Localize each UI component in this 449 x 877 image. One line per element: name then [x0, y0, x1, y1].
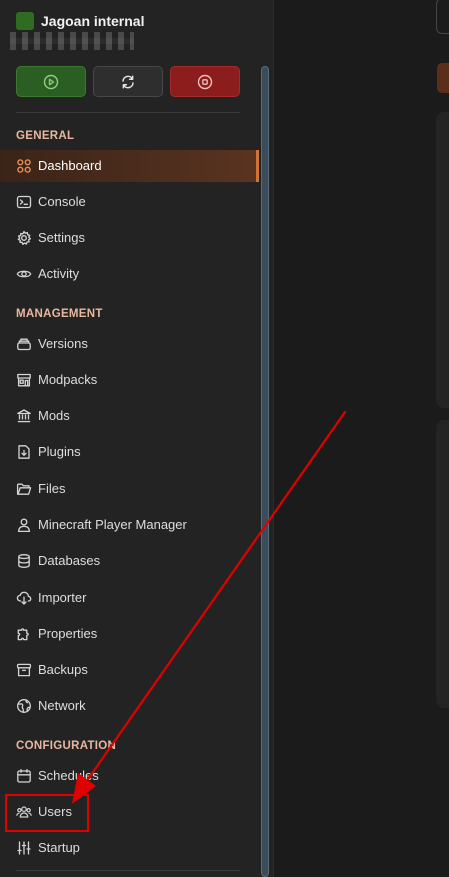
sidebar-item-label: Properties — [38, 626, 98, 641]
archive-icon — [16, 662, 32, 678]
sidebar-item-schedules[interactable]: Schedules — [0, 760, 256, 792]
top-control[interactable] — [436, 0, 449, 34]
sidebar-item-label: Settings — [38, 230, 85, 245]
sidebar-item-label: Backups — [38, 662, 88, 677]
play-circle-icon — [43, 74, 59, 90]
sidebar-item-label: Versions — [38, 336, 88, 351]
user-icon — [16, 517, 32, 533]
server-name: Jagoan internal — [41, 13, 145, 29]
sidebar-item-label: Schedules — [38, 768, 99, 783]
main-content — [274, 0, 449, 877]
redacted-server-address — [10, 32, 134, 50]
stop-circle-icon — [197, 74, 213, 90]
database-icon — [16, 553, 32, 569]
sidebar-item-label: Minecraft Player Manager — [38, 517, 187, 532]
sidebar-item-versions[interactable]: Versions — [0, 328, 256, 360]
sidebar-item-label: Network — [38, 698, 86, 713]
sidebar-item-label: Startup — [38, 840, 80, 855]
sliders-icon — [16, 840, 32, 856]
start-server-button[interactable] — [16, 66, 86, 97]
sidebar-item-databases[interactable]: Databases — [0, 545, 256, 577]
globe-icon — [16, 698, 32, 714]
sidebar-item-minecraft-player-manager[interactable]: Minecraft Player Manager — [0, 509, 256, 541]
sidebar-item-activity[interactable]: Activity — [0, 258, 256, 290]
calendar-icon — [16, 768, 32, 784]
server-header: Jagoan internal — [10, 12, 246, 52]
sidebar-item-label: Importer — [38, 590, 87, 605]
cloud-download-icon — [16, 590, 32, 606]
content-card — [436, 420, 449, 708]
sidebar-item-label: Console — [38, 194, 86, 209]
terminal-icon — [16, 194, 32, 210]
sidebar-item-label: Activity — [38, 266, 80, 281]
section-configuration: CONFIGURATION — [16, 740, 117, 752]
sidebar-item-properties[interactable]: Properties — [0, 618, 256, 650]
sidebar-divider-bottom — [16, 870, 240, 871]
folder-icon — [16, 481, 32, 497]
stop-server-button[interactable] — [170, 66, 240, 97]
sidebar-item-files[interactable]: Files — [0, 473, 256, 505]
sidebar-item-modpacks[interactable]: Modpacks — [0, 364, 256, 396]
gear-icon — [16, 230, 32, 246]
layers-icon — [16, 336, 32, 352]
sidebar-item-startup[interactable]: Startup — [0, 832, 256, 864]
store-icon — [16, 372, 32, 388]
building-columns-icon — [16, 408, 32, 424]
sidebar: Jagoan internal GENERAL Dashboard Consol… — [0, 0, 274, 877]
annotation-highlight-box — [5, 794, 89, 832]
puzzle-icon — [16, 626, 32, 642]
file-download-icon — [16, 444, 32, 460]
section-general: GENERAL — [16, 130, 75, 142]
sidebar-item-label: Files — [38, 481, 66, 496]
sidebar-item-plugins[interactable]: Plugins — [0, 436, 256, 468]
content-card — [436, 112, 449, 408]
sidebar-item-label: Mods — [38, 408, 70, 423]
section-management: MANAGEMENT — [16, 308, 103, 320]
sidebar-item-label: Databases — [38, 553, 101, 568]
server-status-indicator — [16, 12, 34, 30]
sidebar-divider — [16, 112, 240, 113]
sidebar-item-label: Dashboard — [38, 158, 102, 173]
sidebar-item-label: Plugins — [38, 444, 81, 459]
restart-server-button[interactable] — [93, 66, 163, 97]
eye-icon — [16, 266, 32, 282]
sidebar-item-network[interactable]: Network — [0, 690, 256, 722]
sidebar-scrollbar[interactable] — [261, 66, 269, 877]
sidebar-item-label: Modpacks — [38, 372, 98, 387]
sidebar-item-dashboard[interactable]: Dashboard — [0, 150, 259, 182]
sidebar-item-mods[interactable]: Mods — [0, 400, 256, 432]
dashboard-grid-icon — [16, 158, 32, 174]
sidebar-item-console[interactable]: Console — [0, 186, 256, 218]
sidebar-item-importer[interactable]: Importer — [0, 582, 256, 614]
sidebar-item-backups[interactable]: Backups — [0, 654, 256, 686]
refresh-icon — [120, 74, 136, 90]
sidebar-item-settings[interactable]: Settings — [0, 222, 256, 254]
accent-card-edge — [437, 63, 449, 93]
